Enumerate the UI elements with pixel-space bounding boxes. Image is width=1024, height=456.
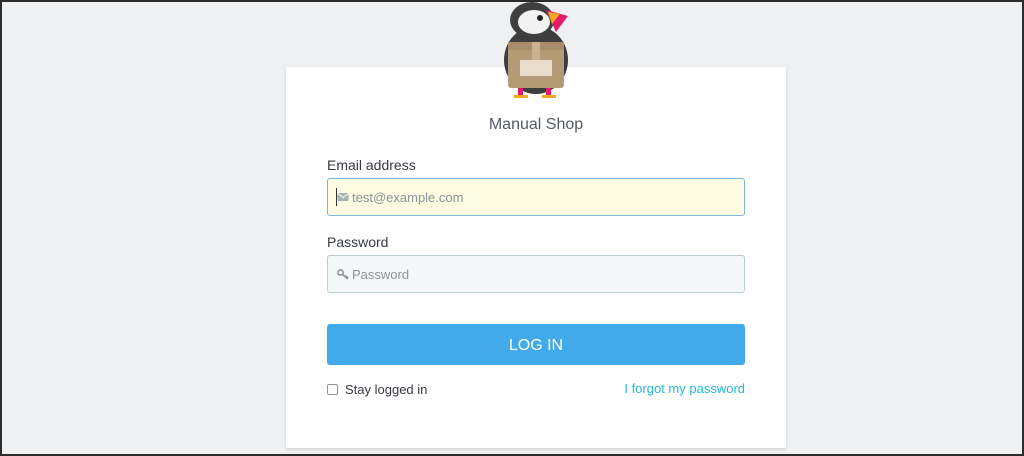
password-label: Password bbox=[327, 234, 389, 250]
password-input[interactable] bbox=[350, 256, 734, 292]
stay-logged-in-checkbox[interactable] bbox=[327, 383, 338, 395]
stay-logged-in-label[interactable]: Stay logged in bbox=[345, 382, 427, 397]
email-input[interactable] bbox=[350, 179, 734, 215]
forgot-password-link[interactable]: I forgot my password bbox=[624, 381, 745, 396]
envelope-icon bbox=[337, 193, 349, 201]
puffin-mascot-icon bbox=[504, 2, 568, 98]
email-label: Email address bbox=[327, 157, 416, 173]
login-card: Manual Shop Email address Password LOG I… bbox=[286, 67, 786, 448]
shop-name: Manual Shop bbox=[488, 116, 584, 133]
password-field[interactable] bbox=[327, 255, 745, 293]
key-icon bbox=[337, 269, 349, 280]
email-field[interactable] bbox=[327, 178, 745, 216]
stay-logged-in[interactable]: Stay logged in bbox=[327, 381, 427, 397]
login-button[interactable]: LOG IN bbox=[327, 324, 745, 365]
